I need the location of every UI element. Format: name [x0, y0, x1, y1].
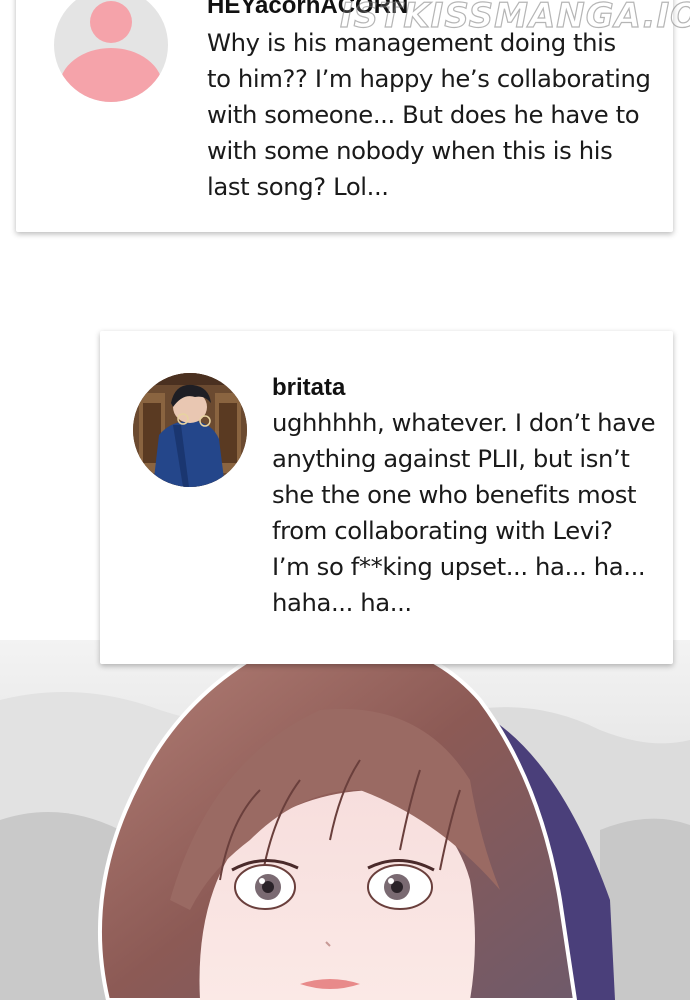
- comment-username[interactable]: britata: [272, 374, 345, 402]
- avatar-head-shape: [90, 1, 132, 43]
- default-user-icon[interactable]: [54, 0, 168, 102]
- girl-face-illustration: [0, 640, 690, 1000]
- comment-text: ughhhhh, whatever. I don’t have anything…: [272, 408, 656, 617]
- avatar-shoulders-shape: [59, 48, 163, 102]
- profile-photo-avatar[interactable]: [133, 373, 247, 487]
- comment-text: Why is his management doing this to him?…: [207, 28, 651, 201]
- profile-photo-image: [133, 373, 247, 487]
- comment-card: britata ughhhhh, whatever. I don’t have …: [100, 331, 673, 664]
- manga-illustration: [0, 640, 690, 1000]
- watermark-text: ISTKISSMANGA.IO: [339, 0, 690, 37]
